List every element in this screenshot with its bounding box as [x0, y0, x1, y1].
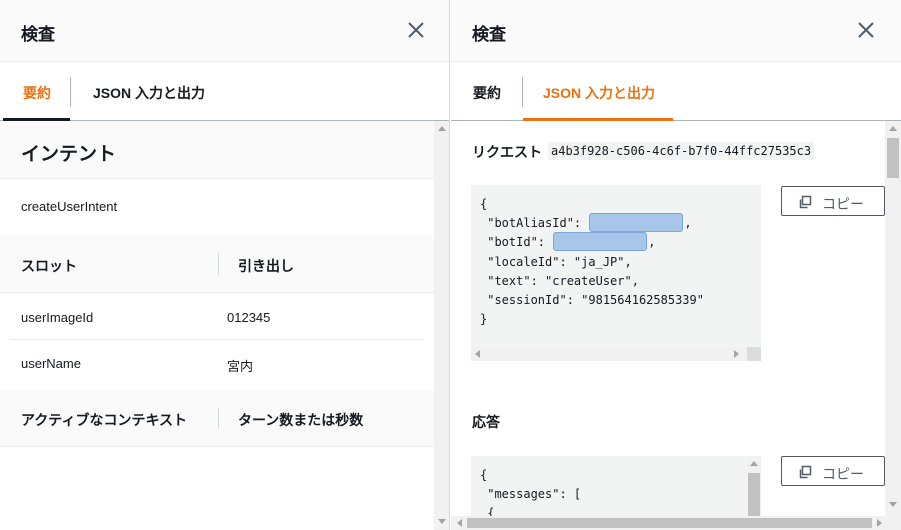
panel-title: 検査	[21, 25, 55, 44]
response-label: 応答	[472, 414, 500, 430]
tab-divider	[522, 77, 523, 107]
scroll-up-arrow-icon[interactable]	[438, 126, 446, 131]
close-icon[interactable]	[406, 20, 426, 40]
slots-table-header: スロット 引き出し	[0, 235, 434, 293]
active-contexts-column-header: アクティブなコンテキスト	[21, 412, 188, 428]
table-row: userImageId 012345	[10, 294, 424, 340]
scroll-left-arrow-icon[interactable]	[475, 350, 480, 358]
tab-divider	[70, 77, 71, 107]
slot-name: userName	[21, 356, 81, 371]
slot-name: userImageId	[21, 310, 94, 325]
copy-button-label: コピー	[822, 196, 864, 212]
request-id: a4b3f928-c506-4c6f-b7f0-44ffc27535c3	[548, 142, 815, 160]
scroll-up-arrow-icon[interactable]	[889, 126, 897, 131]
intent-heading: インテント	[21, 144, 117, 165]
slots-column-header: スロット	[21, 258, 77, 274]
scroll-corner	[747, 347, 761, 361]
scroll-thumb[interactable]	[467, 518, 872, 528]
tab-json-io[interactable]: JSON 入力と出力	[93, 83, 205, 103]
request-json-text: { "botAliasId": , "botId": , "localeId":…	[480, 197, 704, 327]
table-row: userName 宮内	[10, 340, 424, 386]
tab-bar: 要約 JSON 入力と出力	[451, 62, 901, 121]
horizontal-scrollbar[interactable]	[471, 347, 747, 361]
panel-header: 検査	[0, 0, 449, 62]
close-icon[interactable]	[856, 20, 876, 40]
tab-summary[interactable]: 要約	[473, 83, 501, 103]
turns-or-seconds-column-header: ターン数または秒数	[238, 412, 364, 428]
copy-request-button[interactable]: コピー	[781, 186, 885, 216]
contexts-table-header: アクティブなコンテキスト ターン数または秒数	[0, 389, 434, 447]
redacted-bot-alias-id	[589, 212, 684, 232]
tab-bar: 要約 JSON 入力と出力	[0, 62, 449, 121]
intent-section-header: インテント	[0, 121, 434, 179]
slot-value: 宮内	[227, 359, 254, 374]
copy-icon	[799, 195, 812, 209]
vertical-scrollbar[interactable]	[434, 121, 449, 530]
scroll-down-arrow-icon[interactable]	[889, 502, 897, 507]
json-content: リクエスト a4b3f928-c506-4c6f-b7f0-44ffc27535…	[451, 121, 885, 530]
scroll-right-arrow-icon[interactable]	[734, 350, 739, 358]
panel-header: 検査	[451, 0, 901, 62]
copy-button-label: コピー	[822, 466, 864, 482]
elicitation-column-header: 引き出し	[238, 258, 294, 274]
redacted-bot-id	[553, 231, 648, 251]
scroll-left-arrow-icon[interactable]	[457, 519, 462, 527]
slot-value: 012345	[227, 310, 271, 325]
vertical-scrollbar[interactable]	[885, 121, 901, 516]
request-json-block[interactable]: { "botAliasId": , "botId": , "localeId":…	[471, 185, 761, 361]
scroll-down-arrow-icon[interactable]	[438, 519, 446, 524]
copy-response-button[interactable]: コピー	[781, 456, 885, 486]
panel-title: 検査	[472, 25, 506, 44]
horizontal-scrollbar[interactable]	[451, 516, 901, 530]
scroll-right-arrow-icon[interactable]	[877, 519, 882, 527]
column-divider	[218, 407, 219, 429]
copy-icon	[799, 465, 812, 479]
request-label: リクエスト	[472, 144, 542, 160]
scroll-up-arrow-icon[interactable]	[750, 461, 758, 466]
tab-json-io[interactable]: JSON 入力と出力	[543, 83, 655, 103]
inspect-panel-json: 検査 要約 JSON 入力と出力 リクエスト a4b3f928-c506-4c6…	[451, 0, 901, 530]
response-json-text: { "messages": [ {	[480, 468, 582, 521]
column-divider	[218, 253, 219, 275]
tab-summary[interactable]: 要約	[23, 83, 51, 103]
inspect-panel-summary: 検査 要約 JSON 入力と出力 インテント createUserIntent …	[0, 0, 450, 530]
summary-content: インテント createUserIntent スロット 引き出し userIma…	[0, 121, 434, 530]
scroll-thumb[interactable]	[887, 138, 899, 178]
intent-value: createUserIntent	[21, 199, 118, 214]
